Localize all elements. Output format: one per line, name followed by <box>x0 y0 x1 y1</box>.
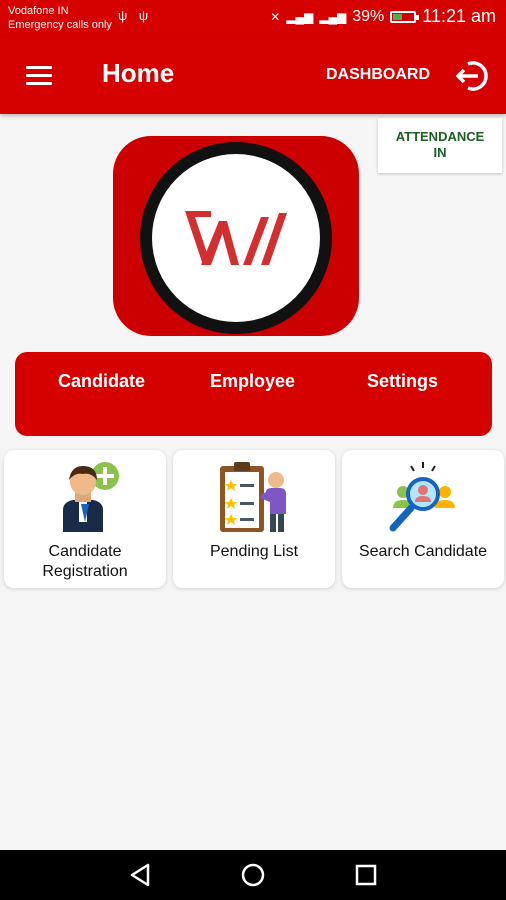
status-bar: Vodafone IN Emergency calls only ψ ψ ✕ ▂… <box>0 0 506 38</box>
attendance-label-2: IN <box>433 145 447 160</box>
battery-icon <box>390 10 420 23</box>
mute-icon: ✕ <box>270 9 281 24</box>
logo-ring <box>140 142 332 334</box>
add-user-icon <box>63 462 119 532</box>
category-tabs: Candidate Employee Settings <box>15 352 492 436</box>
card-label-2: Registration <box>42 563 128 580</box>
menu-icon[interactable] <box>26 66 52 86</box>
status-indicators: ✕ ▂▄▆ ▂▄▆ 39% 11:21 am <box>270 6 496 27</box>
card-label-1: Search Candidate <box>358 543 488 560</box>
card-label-1: Candidate <box>48 543 122 560</box>
system-nav-bar <box>0 850 506 900</box>
search-candidate-card[interactable]: Search Candidate <box>342 450 504 588</box>
logo-inner <box>152 154 320 322</box>
tab-employee[interactable]: Employee <box>210 371 295 392</box>
logout-icon[interactable] <box>454 58 490 94</box>
clock: 11:21 am <box>422 6 496 26</box>
attendance-in-button[interactable]: ATTENDANCE IN <box>378 118 502 173</box>
card-label-1: Pending List <box>209 543 299 560</box>
usb-icon: ψ ψ <box>118 8 153 23</box>
attendance-label-1: ATTENDANCE <box>395 129 485 144</box>
battery-percent: 39% <box>352 7 385 25</box>
pending-list-card[interactable]: Pending List <box>173 450 335 588</box>
tab-candidate[interactable]: Candidate <box>58 371 145 392</box>
page-title: Home <box>102 58 175 88</box>
carrier-info: Vodafone IN Emergency calls only <box>8 4 112 32</box>
checklist-icon <box>220 462 286 532</box>
carrier-name: Vodafone IN <box>8 5 69 17</box>
candidate-registration-card[interactable]: Candidate Registration <box>4 450 166 588</box>
carrier-status: Emergency calls only <box>8 19 112 31</box>
recents-icon[interactable] <box>353 862 379 888</box>
signal-icon-2: ▂▄▆ <box>319 9 347 24</box>
logo-mark <box>185 211 287 265</box>
search-people-icon <box>389 462 455 532</box>
battery-fill <box>393 13 402 20</box>
tab-settings[interactable]: Settings <box>367 371 438 392</box>
back-icon[interactable] <box>128 862 154 888</box>
app-logo <box>113 136 359 336</box>
app-bar: Home DASHBOARD <box>0 38 506 114</box>
signal-icon: ▂▄▆ <box>286 9 314 24</box>
dashboard-button[interactable]: DASHBOARD <box>326 66 430 84</box>
home-icon[interactable] <box>240 862 266 888</box>
